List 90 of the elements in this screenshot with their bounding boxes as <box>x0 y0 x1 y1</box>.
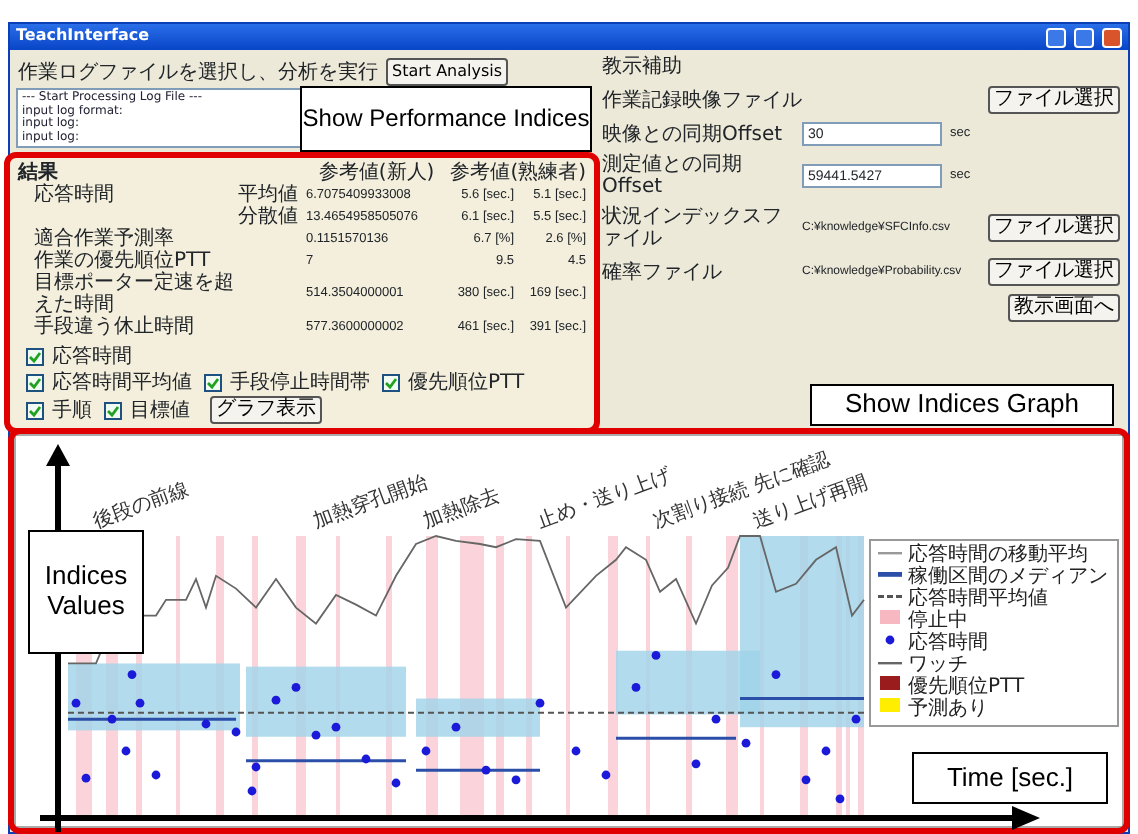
data-point <box>801 775 811 785</box>
legend-label: 応答時間平均値 <box>908 588 1048 610</box>
data-point <box>121 746 131 756</box>
checkbox-label: 手段停止時間帯 <box>230 372 370 394</box>
legend-label: 稼働区間のメディアン <box>908 566 1108 588</box>
callout-label: Show Performance Indices <box>300 86 592 152</box>
checkbox-label: 応答時間 <box>52 346 132 368</box>
callout-label: Time [sec.] <box>912 752 1108 804</box>
data-point <box>251 762 261 772</box>
callout-label: Indices Values <box>28 530 144 654</box>
file-select-button[interactable]: ファイル選択 <box>988 86 1120 114</box>
checkbox[interactable] <box>382 374 400 392</box>
legend-label: 応答時間の移動平均 <box>908 544 1088 566</box>
data-point <box>81 773 91 783</box>
legend-label: ワッチ <box>908 654 968 676</box>
data-point <box>711 714 721 724</box>
graph-button[interactable]: グラフ表示 <box>210 396 322 424</box>
data-point <box>651 651 661 660</box>
median-line <box>616 736 736 740</box>
legend-label: 予測あり <box>908 698 988 720</box>
settings-title: 教示補助 <box>602 56 684 78</box>
data-point <box>331 722 341 732</box>
checkbox[interactable] <box>26 348 44 366</box>
column-header: 参考値(熟練者) <box>450 162 586 184</box>
legend-label: 停止中 <box>908 610 968 632</box>
results-title: 結果 <box>18 162 58 184</box>
result-sublabel: 分散値 <box>238 206 300 228</box>
checkbox-label: 手順 <box>52 399 92 421</box>
setting-label: 確率ファイル <box>602 261 724 283</box>
data-point <box>771 670 781 679</box>
checkbox-label: 応答時間平均値 <box>52 372 192 394</box>
result-label: 応答時間 <box>32 184 116 206</box>
data-point <box>835 794 845 804</box>
data-point <box>71 698 81 708</box>
legend-label: 応答時間 <box>908 632 988 654</box>
data-point <box>201 719 211 729</box>
data-point <box>691 759 701 769</box>
data-point <box>271 695 281 705</box>
checkbox[interactable] <box>26 401 44 419</box>
data-point <box>631 683 641 692</box>
close-button[interactable] <box>1102 27 1122 47</box>
data-point <box>535 698 545 708</box>
data-point <box>311 730 321 740</box>
data-point <box>391 778 401 788</box>
data-point <box>291 683 301 692</box>
start-analysis-button[interactable]: Start Analysis <box>386 58 509 86</box>
data-point <box>481 765 491 775</box>
data-point <box>601 770 611 780</box>
data-point <box>151 770 161 780</box>
data-point <box>231 727 241 737</box>
checkbox[interactable] <box>104 401 122 419</box>
data-point <box>821 746 831 756</box>
checkbox[interactable] <box>26 374 44 392</box>
setting-label: 状況インデックスファイル <box>602 206 784 250</box>
data-point <box>451 722 461 732</box>
data-point <box>247 786 257 796</box>
minimize-button[interactable] <box>1046 27 1066 47</box>
setting-label: 映像との同期Offset <box>602 123 785 145</box>
median-line <box>740 697 864 700</box>
data-point <box>361 754 371 764</box>
result-label: 手段違う休止時間 <box>32 316 196 338</box>
median-line <box>416 768 540 772</box>
event-annotation: 後段の前線 <box>90 478 192 534</box>
data-point <box>741 738 751 748</box>
window-title: TeachInterface <box>16 28 150 46</box>
column-header: 参考値(新人) <box>318 162 435 184</box>
setting-label: 作業記録映像ファイル <box>602 89 802 111</box>
data-point <box>127 670 137 679</box>
callout-label: Show Indices Graph <box>810 384 1114 426</box>
result-sublabel: 平均値 <box>238 184 300 206</box>
data-point <box>851 714 861 724</box>
data-point <box>571 746 581 756</box>
checkbox-label: 目標値 <box>130 399 190 421</box>
legend-label: 優先順位PTT <box>908 676 1025 698</box>
data-point <box>107 714 117 724</box>
file-select-button[interactable]: ファイル選択 <box>988 214 1120 242</box>
analysis-prompt: 作業ログファイルを選択し、分析を実行 <box>18 61 378 83</box>
file-select-button[interactable]: ファイル選択 <box>988 258 1120 286</box>
checkbox[interactable] <box>204 374 222 392</box>
result-label: 目標ポーター定速を超えた時間 <box>32 272 236 316</box>
teach-screen-button[interactable]: 教示画面へ <box>1008 294 1120 322</box>
result-label: 作業の優先順位PTT <box>32 250 213 272</box>
result-label: 適合作業予測率 <box>32 228 176 250</box>
range-area <box>416 698 540 737</box>
data-point <box>421 746 431 756</box>
setting-label: 測定値との同期Offset <box>602 154 744 198</box>
data-point <box>511 775 521 785</box>
checkbox-label: 優先順位PTT <box>408 372 525 394</box>
maximize-button[interactable] <box>1074 27 1094 47</box>
data-point <box>135 698 145 708</box>
